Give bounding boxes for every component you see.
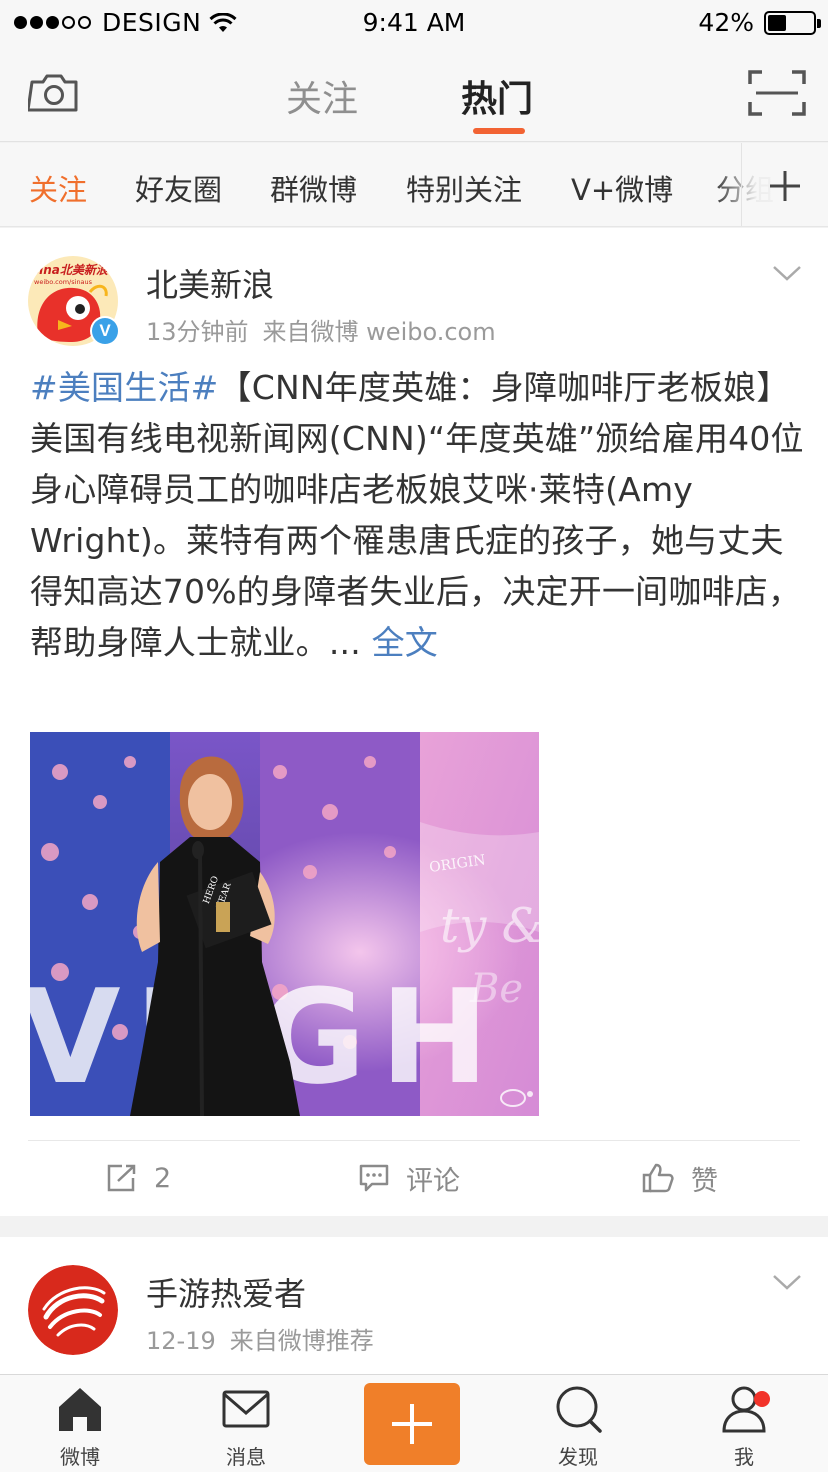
tab-discover-label: 发现: [558, 1445, 598, 1469]
post-image[interactable]: ORIGIN ty & Be VIIGH HERO YEAR: [30, 732, 539, 1116]
like-label: 赞: [691, 1165, 718, 1197]
post-meta: 13分钟前 来自微博 weibo.com: [146, 312, 496, 347]
tab-follow[interactable]: 关注: [286, 70, 358, 122]
post-username[interactable]: 北美新浪: [146, 260, 274, 306]
post-body: 【CNN年度英雄：身障咖啡厅老板娘】美国有线电视新闻网(CNN)“年度英雄”颁给…: [30, 368, 804, 662]
comment-icon: [359, 1164, 389, 1192]
top-nav: 关注 热门: [0, 46, 828, 142]
notification-dot: [754, 1391, 770, 1407]
svg-text:sina北美新浪: sina北美新浪: [32, 263, 109, 277]
repost-count: 2: [154, 1162, 172, 1194]
group-divider: [741, 143, 742, 226]
post-time: 13分钟前: [146, 318, 249, 346]
discover-icon: [556, 1386, 602, 1433]
scan-icon[interactable]: [748, 70, 806, 116]
tab-weibo-label: 微博: [60, 1445, 100, 1469]
camera-icon[interactable]: [28, 72, 80, 114]
group-vplus-weibo[interactable]: V+微博: [571, 167, 673, 209]
plus-icon[interactable]: [768, 169, 802, 203]
post-time: 12-19: [146, 1327, 216, 1355]
verified-badge-icon: V: [90, 316, 120, 346]
compose-plus-icon: [392, 1404, 432, 1444]
repost-icon: [107, 1164, 136, 1192]
group-special-follow[interactable]: 特别关注: [406, 167, 522, 209]
comment-label: 评论: [406, 1165, 460, 1197]
tab-messages-label: 消息: [226, 1445, 266, 1469]
repost-button[interactable]: 2: [106, 1156, 171, 1200]
game-logo-avatar: [28, 1265, 118, 1355]
message-icon: [222, 1390, 270, 1428]
svg-text:weibo.com/sinaus: weibo.com/sinaus: [34, 278, 93, 286]
post-meta: 12-19 来自微博推荐: [146, 1321, 374, 1356]
thumbs-up-icon: [642, 1163, 674, 1193]
battery-percent: 42%: [698, 8, 754, 37]
chevron-down-icon[interactable]: [772, 264, 802, 282]
group-filter-bar: 关注 好友圈 群微博 特别关注 V+微博 分组: [0, 143, 828, 227]
tab-me[interactable]: 我: [694, 1383, 794, 1470]
chevron-down-icon[interactable]: [772, 1273, 802, 1291]
group-follow[interactable]: 关注: [29, 167, 87, 209]
post-ellipsis: ...: [328, 623, 361, 662]
home-icon: [59, 1388, 101, 1431]
post-card: sina北美新浪 weibo.com/sinaus V 北美新浪 13分钟前 来自…: [0, 228, 828, 1216]
post-source: 来自微博推荐: [229, 1327, 374, 1355]
battery-status: 42%: [698, 8, 821, 37]
post-text: #美国生活#【CNN年度英雄：身障咖啡厅老板娘】美国有线电视新闻网(CNN)“年…: [30, 362, 805, 668]
battery-nub: [817, 18, 821, 28]
tab-hot[interactable]: 热门: [461, 70, 533, 122]
bottom-tab-bar: 微博 消息 发现 我: [0, 1374, 828, 1472]
tab-messages[interactable]: 消息: [196, 1383, 296, 1470]
post-source: 来自微博 weibo.com: [262, 318, 496, 346]
full-text-link[interactable]: 全文: [372, 623, 438, 662]
actions-divider: [28, 1140, 800, 1141]
battery-fill: [768, 14, 786, 31]
weibo-home-screen: DESIGN 9:41 AM 42% 关注 热门 关注 好友圈 群微博 特别关注…: [0, 0, 828, 1472]
tab-weibo[interactable]: 微博: [30, 1383, 130, 1470]
like-button[interactable]: 赞: [641, 1156, 718, 1200]
svg-text:ty &: ty &: [440, 898, 539, 954]
comment-button[interactable]: 评论: [358, 1156, 460, 1200]
post-card: 手游热爱者 12-19 来自微博推荐: [0, 1237, 828, 1377]
cnn-hero-photo: ORIGIN ty & Be VIIGH HERO YEAR: [30, 732, 539, 1116]
tab-discover[interactable]: 发现: [528, 1383, 628, 1470]
post-hashtag[interactable]: #美国生活#: [30, 368, 219, 407]
tab-me-label: 我: [734, 1445, 754, 1469]
status-bar: DESIGN 9:41 AM 42%: [0, 0, 828, 46]
post-username[interactable]: 手游热爱者: [146, 1269, 306, 1315]
group-group-weibo[interactable]: 群微博: [270, 167, 357, 209]
group-friends-circle[interactable]: 好友圈: [135, 167, 222, 209]
compose-button[interactable]: [364, 1383, 460, 1465]
active-tab-indicator: [473, 128, 525, 134]
battery-icon: [764, 10, 821, 35]
avatar[interactable]: [28, 1265, 118, 1355]
